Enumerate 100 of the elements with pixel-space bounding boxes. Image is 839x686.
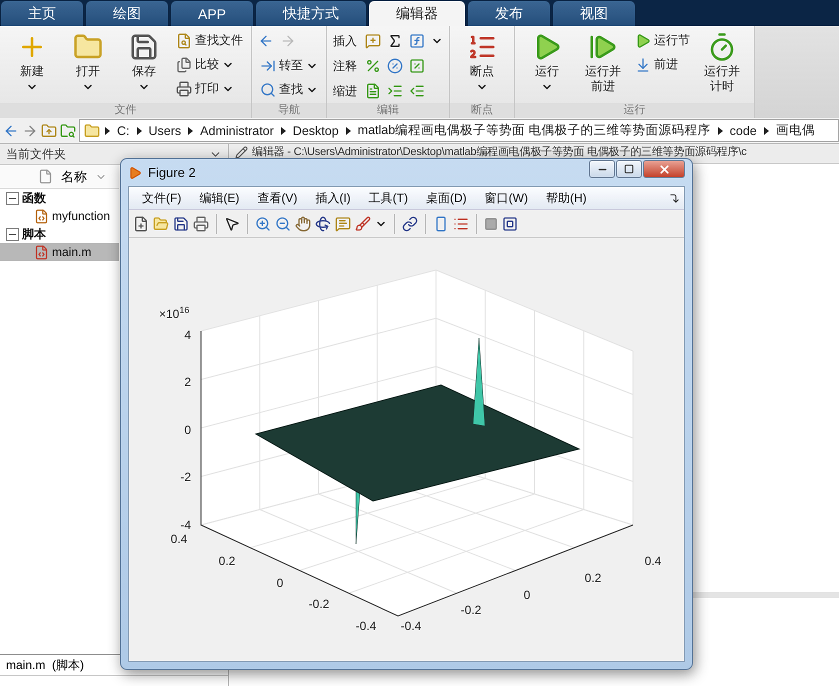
ribbon-button[interactable]: 保存 [118, 30, 170, 95]
link-icon[interactable] [402, 216, 418, 232]
menu-item[interactable]: 插入(I) [308, 190, 358, 206]
caret-right-icon[interactable] [188, 126, 194, 134]
ribbon-button[interactable]: 断点 [456, 30, 508, 95]
ribbon-tab[interactable]: 主页 [1, 1, 83, 26]
tree-item[interactable]: 函数 [0, 189, 119, 207]
ribbon-button[interactable]: 转至 [258, 55, 320, 76]
tick-label: -4 [180, 518, 191, 532]
square-icon[interactable] [484, 216, 498, 230]
ribbon-button[interactable]: 查找文件 [174, 30, 245, 51]
comment-plus-icon[interactable] [365, 33, 381, 49]
folder-up-icon[interactable] [41, 122, 57, 138]
menu-item[interactable]: 帮助(H) [538, 190, 594, 206]
zoom-in-icon[interactable] [255, 216, 271, 232]
path-segment[interactable]: matlab编程画电偶极子等势面 电偶极子的三维等势面源码程序 [356, 122, 713, 139]
hand-icon[interactable] [295, 216, 311, 232]
rotate-icon[interactable] [315, 216, 331, 232]
ribbon-button[interactable]: 运行节 [633, 30, 692, 51]
save-icon[interactable] [173, 216, 189, 232]
zoom-out-icon[interactable] [275, 216, 291, 232]
caret-right-icon[interactable] [105, 126, 110, 134]
caret-right-icon[interactable] [346, 126, 351, 134]
path-segment[interactable]: C: [115, 124, 132, 138]
back-arrow-icon[interactable] [258, 33, 274, 49]
percent-circle-icon[interactable] [387, 58, 403, 74]
path-field[interactable]: C: Users Administrator Desktop matlab编程画电偶极子等势面 电偶极子的三维等势面源码程序 code 画电偶 [79, 119, 839, 142]
row-label: 缩进 [333, 82, 357, 100]
indent-icon[interactable] [365, 83, 381, 99]
play-icon[interactable] [635, 32, 651, 48]
ribbon-button[interactable]: 前进 [633, 54, 692, 75]
minimize-button[interactable] [589, 160, 615, 178]
forward-arrow-icon[interactable] [22, 122, 38, 138]
ribbon-tab[interactable]: 编辑器 [369, 1, 466, 26]
menu-item[interactable]: 编辑(E) [192, 190, 246, 206]
tick-label: 0 [276, 576, 284, 590]
collapse-icon[interactable] [6, 228, 19, 240]
file-search-icon[interactable] [176, 32, 192, 48]
ribbon-tab[interactable]: 快捷方式 [256, 1, 366, 26]
path-segment[interactable]: Users [146, 124, 184, 138]
printer-icon[interactable] [193, 216, 209, 232]
group-label: 断点 [450, 103, 514, 118]
legend-icon[interactable] [453, 216, 469, 232]
ribbon-button[interactable]: 打开 [62, 30, 114, 95]
brush-icon[interactable] [355, 216, 371, 232]
script-file-icon [34, 244, 49, 260]
ribbon-button[interactable]: 查找 [258, 79, 320, 100]
ribbon-tab[interactable]: 发布 [468, 1, 550, 26]
path-segment[interactable]: code [728, 124, 759, 138]
tree-item[interactable]: 脚本 [0, 225, 119, 243]
arrow-down-icon[interactable] [635, 56, 651, 72]
tree-item[interactable]: myfunction [0, 207, 119, 225]
menu-item[interactable]: 工具(T) [362, 190, 415, 206]
printer-icon[interactable] [176, 80, 192, 96]
ribbon-tab[interactable]: 视图 [553, 1, 636, 26]
maximize-button[interactable] [616, 160, 642, 178]
group-label: 导航 [252, 103, 326, 118]
ribbon-tab[interactable]: 绘图 [86, 1, 168, 26]
pointer-icon[interactable] [224, 216, 240, 232]
tick-label: 0 [524, 588, 530, 602]
caret-right-icon[interactable] [280, 126, 286, 134]
column-header[interactable]: 名称 [0, 165, 119, 189]
percent-square-icon[interactable] [409, 58, 425, 74]
ribbon-button[interactable]: 运行并前进 [577, 30, 629, 96]
ribbon-button[interactable]: 打印 [174, 78, 245, 99]
tree-item[interactable]: main.m [0, 243, 119, 261]
folder-search-icon[interactable] [60, 122, 76, 138]
indent-decrease-icon[interactable] [409, 83, 425, 99]
menu-item[interactable]: 窗口(W) [478, 190, 535, 206]
files-icon[interactable] [176, 56, 192, 72]
arrow-to-line-icon[interactable] [260, 58, 276, 74]
caret-right-icon[interactable] [718, 126, 723, 134]
path-segment[interactable]: 画电偶 [774, 122, 817, 139]
caret-right-icon[interactable] [136, 126, 142, 134]
search-icon[interactable] [260, 82, 276, 98]
frame-icon[interactable] [502, 216, 518, 232]
menu-item[interactable]: 桌面(D) [418, 190, 474, 206]
collapse-icon[interactable] [6, 192, 19, 204]
pencil-icon [235, 146, 248, 159]
ribbon-button[interactable]: 运行并计时 [696, 30, 748, 96]
tick-label: 0.2 [584, 571, 602, 585]
editor-title: 编辑器 - C:\Users\Administrator\Desktop\matlab编程画电偶极子等势面 电偶极子的三维等势面源码程序\c [252, 146, 747, 158]
tick-label: -0.4 [400, 619, 422, 633]
ribbon-button[interactable]: 运行 [521, 30, 573, 95]
ribbon-button[interactable]: 比较 [174, 54, 245, 75]
caret-right-icon[interactable] [764, 126, 769, 134]
ribbon-tab[interactable]: APP [171, 1, 254, 26]
close-button[interactable] [643, 160, 685, 178]
path-segment[interactable]: Desktop [290, 124, 341, 138]
percent-icon[interactable] [365, 58, 381, 74]
new-file-icon[interactable] [133, 216, 149, 232]
dock-arrow-icon[interactable] [669, 192, 680, 204]
menu-item[interactable]: 查看(V) [250, 190, 304, 206]
tick-label: 4 [184, 328, 191, 342]
function-icon[interactable] [409, 33, 425, 49]
path-segment[interactable]: Administrator [198, 124, 276, 138]
menu-item[interactable]: 文件(F) [135, 190, 188, 206]
indent-increase-icon[interactable] [387, 83, 403, 99]
ribbon-button[interactable]: 新建 [6, 30, 58, 95]
tick-label: 0.2 [218, 554, 236, 568]
